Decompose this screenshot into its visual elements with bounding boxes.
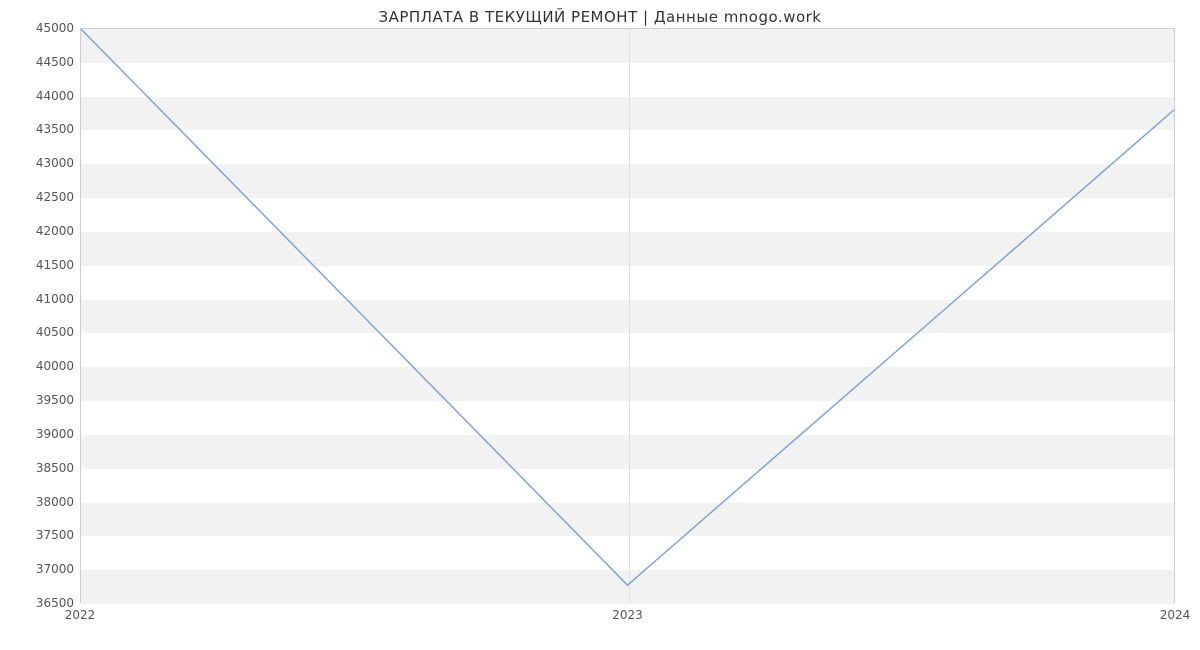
y-tick-label: 37500: [24, 528, 74, 542]
y-tick-label: 40500: [24, 325, 74, 339]
x-tick-label: 2023: [612, 608, 643, 622]
y-tick-label: 41000: [24, 292, 74, 306]
y-tick-label: 38500: [24, 461, 74, 475]
y-tick-label: 44500: [24, 55, 74, 69]
chart-container: ЗАРПЛАТА В ТЕКУЩИЙ РЕМОНТ | Данные mnogo…: [0, 0, 1200, 650]
y-tick-label: 43500: [24, 122, 74, 136]
y-tick-label: 39000: [24, 427, 74, 441]
y-tick-label: 40000: [24, 359, 74, 373]
y-tick-label: 43000: [24, 156, 74, 170]
x-tick-label: 2024: [1160, 608, 1191, 622]
y-tick-label: 42500: [24, 190, 74, 204]
y-tick-label: 37000: [24, 562, 74, 576]
line-series: [81, 29, 1174, 602]
y-tick-label: 45000: [24, 21, 74, 35]
y-tick-label: 44000: [24, 89, 74, 103]
y-tick-label: 42000: [24, 224, 74, 238]
plot-area: [80, 28, 1175, 603]
y-tick-label: 38000: [24, 495, 74, 509]
y-tick-label: 39500: [24, 393, 74, 407]
y-tick-label: 41500: [24, 258, 74, 272]
series-path: [81, 29, 1174, 585]
x-tick-label: 2022: [65, 608, 96, 622]
chart-title: ЗАРПЛАТА В ТЕКУЩИЙ РЕМОНТ | Данные mnogo…: [0, 8, 1200, 26]
